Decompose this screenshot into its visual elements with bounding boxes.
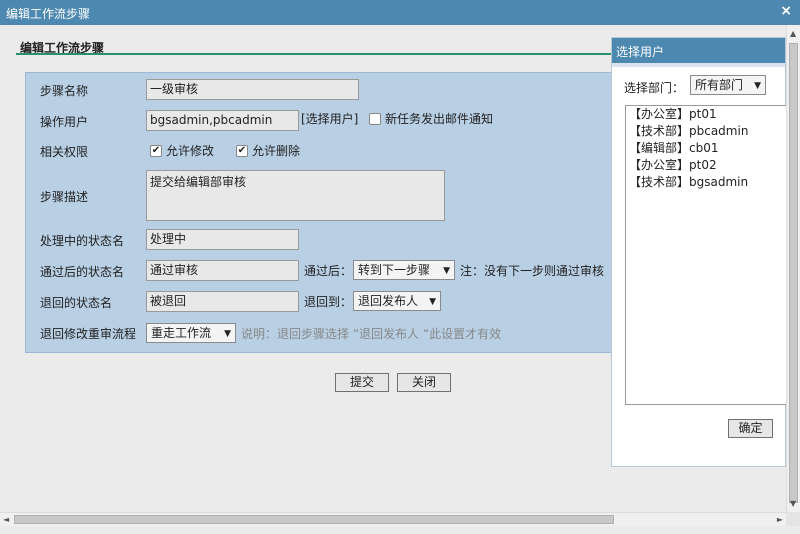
- select-user-link[interactable]: [选择用户]: [301, 110, 358, 127]
- confirm-button[interactable]: 确定: [728, 419, 773, 438]
- user-list[interactable]: 【办公室】pt01 【技术部】pbcadmin 【编辑部】cb01 【办公室】p…: [625, 105, 790, 405]
- return-to-label: 退回到：: [304, 295, 353, 309]
- section-divider: [16, 53, 616, 55]
- passed-status-input[interactable]: 通过审核: [146, 260, 299, 281]
- scroll-thumb[interactable]: [789, 43, 798, 503]
- horizontal-scrollbar[interactable]: ◄ ►: [0, 512, 786, 526]
- chevron-down-icon: ▼: [429, 297, 436, 307]
- list-item[interactable]: 【编辑部】cb01: [629, 140, 786, 157]
- panel-title: 选择用户: [612, 38, 785, 63]
- rejected-status-label: 退回的状态名: [40, 296, 113, 310]
- chevron-down-icon: ▼: [224, 329, 231, 339]
- scrollbar-corner: [786, 512, 800, 526]
- list-item[interactable]: 【技术部】pbcadmin: [629, 123, 786, 140]
- bottom-strip: [0, 526, 800, 534]
- scroll-left-icon[interactable]: ◄: [3, 515, 9, 524]
- processing-status-input[interactable]: 处理中: [146, 229, 299, 250]
- after-pass-note: 注：没有下一步则通过审核: [460, 264, 605, 278]
- after-pass-label: 通过后：: [304, 264, 353, 278]
- operator-label: 操作用户: [40, 115, 89, 129]
- window-titlebar: 编辑工作流步骤 ×: [0, 0, 800, 25]
- vertical-scrollbar[interactable]: ▲ ▼: [786, 25, 800, 512]
- select-user-panel: 选择用户 选择部门： 所有部门 ▼ 【办公室】pt01 【技术部】pbcadmi…: [611, 37, 790, 467]
- dept-select[interactable]: 所有部门 ▼: [690, 75, 766, 95]
- allow-edit-label: 允许修改: [166, 144, 215, 158]
- dialog-content: 编辑工作流步骤 步骤名称 一级审核 操作用户 bgsadmin,pbcadmin…: [0, 25, 790, 512]
- close-icon[interactable]: ×: [780, 3, 792, 19]
- description-textarea[interactable]: 提交给编辑部审核: [146, 170, 445, 221]
- return-to-select-value: 退回发布人: [358, 294, 419, 308]
- reprocess-label: 退回修改重审流程: [40, 327, 137, 341]
- dept-label: 选择部门：: [624, 81, 685, 95]
- chevron-down-icon: ▼: [754, 81, 761, 91]
- list-item[interactable]: 【办公室】pt02: [629, 157, 786, 174]
- scroll-right-icon[interactable]: ►: [777, 515, 783, 524]
- return-to-select[interactable]: 退回发布人 ▼: [353, 291, 441, 311]
- after-pass-select-value: 转到下一步骤: [358, 263, 431, 277]
- panel-header-strip: [612, 63, 785, 67]
- reprocess-note: 说明：退回步骤选择 “退回发布人 “此设置才有效: [241, 327, 502, 341]
- scroll-thumb[interactable]: [14, 515, 614, 524]
- reprocess-select-value: 重走工作流: [151, 326, 212, 340]
- allow-edit-checkbox[interactable]: ✔: [150, 145, 162, 157]
- reprocess-select[interactable]: 重走工作流 ▼: [146, 323, 236, 343]
- email-notify-checkbox[interactable]: [369, 113, 381, 125]
- step-name-label: 步骤名称: [40, 84, 89, 98]
- allow-delete-checkbox[interactable]: ✔: [236, 145, 248, 157]
- window-title: 编辑工作流步骤: [6, 7, 91, 21]
- rejected-status-input[interactable]: 被退回: [146, 291, 299, 312]
- submit-button[interactable]: 提交: [335, 373, 389, 392]
- step-name-input[interactable]: 一级审核: [146, 79, 359, 100]
- after-pass-select[interactable]: 转到下一步骤 ▼: [353, 260, 455, 280]
- dept-select-value: 所有部门: [695, 78, 744, 92]
- list-item[interactable]: 【技术部】bgsadmin: [629, 174, 786, 191]
- description-label: 步骤描述: [40, 190, 89, 204]
- list-item[interactable]: 【办公室】pt01: [629, 106, 786, 123]
- chevron-down-icon: ▼: [443, 266, 450, 276]
- allow-delete-label: 允许删除: [252, 144, 301, 158]
- scroll-down-icon[interactable]: ▼: [790, 499, 796, 508]
- processing-status-label: 处理中的状态名: [40, 234, 125, 248]
- step-form: 步骤名称 一级审核 操作用户 bgsadmin,pbcadmin [选择用户] …: [25, 72, 625, 353]
- passed-status-label: 通过后的状态名: [40, 265, 125, 279]
- permissions-label: 相关权限: [40, 145, 89, 159]
- scroll-up-icon[interactable]: ▲: [790, 29, 796, 38]
- operator-input[interactable]: bgsadmin,pbcadmin: [146, 110, 299, 131]
- email-notify-label: 新任务发出邮件通知: [385, 112, 494, 126]
- close-button[interactable]: 关闭: [397, 373, 451, 392]
